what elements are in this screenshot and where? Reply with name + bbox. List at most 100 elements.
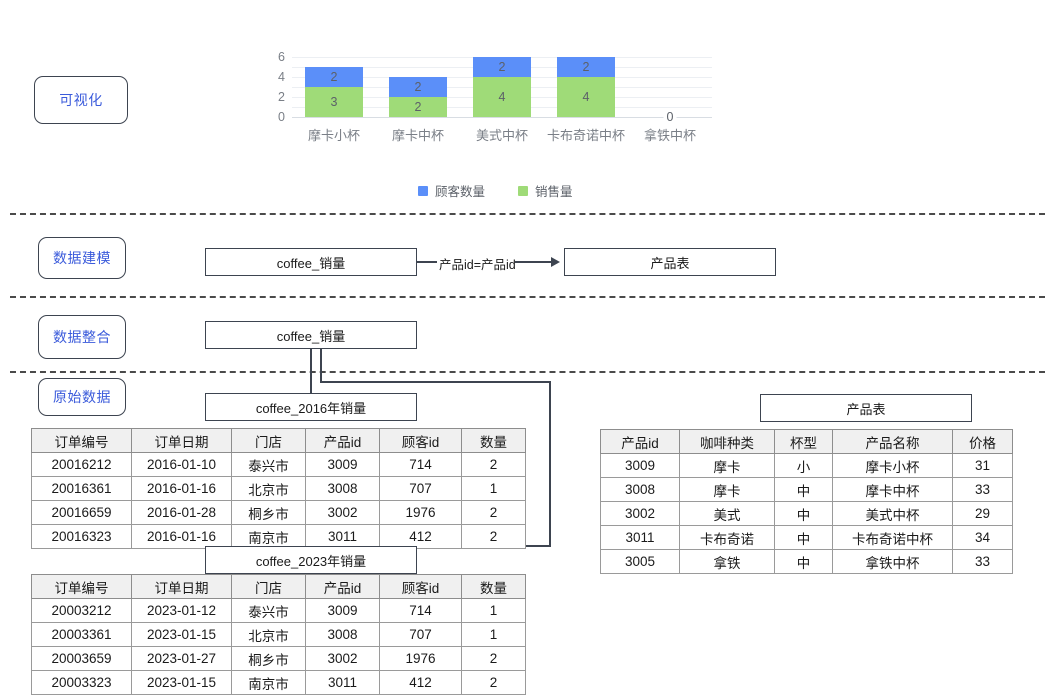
table-cell: 1 — [461, 622, 526, 647]
raw-table-title-coffee-2016[interactable]: coffee_2016年销量 — [205, 393, 417, 421]
table-cell: 2023-01-15 — [131, 670, 232, 695]
table-cell: 摩卡中杯 — [832, 477, 953, 502]
table-cell: 3005 — [600, 549, 680, 574]
table-cell: 南京市 — [231, 524, 306, 549]
table-coffee-2023[interactable]: 订单编号 订单日期 门店 产品id 顾客id 数量 20003212 2023-01-12 泰兴… — [31, 574, 526, 695]
chart-bar-segment[interactable]: 2 — [557, 57, 615, 77]
chart-bar-column[interactable]: 22 — [389, 77, 447, 117]
chart-bar-segment[interactable]: 2 — [305, 67, 363, 87]
table-cell: 412 — [379, 670, 462, 695]
section-divider-integration-raw — [10, 371, 1045, 373]
table-row[interactable]: 20016659 2016-01-28 桐乡市 3002 1976 2 — [31, 500, 526, 525]
model-node-coffee-sales[interactable]: coffee_销量 — [205, 248, 417, 276]
legend-label: 顾客数量 — [435, 185, 486, 199]
raw-data-table-coffee-2023: 订单编号 订单日期 门店 产品id 顾客id 数量 20003212 2023-01-12 泰兴… — [31, 574, 526, 695]
table-cell: 3002 — [305, 646, 380, 671]
column-header: 价格 — [952, 429, 1013, 454]
chart-legend-item-customers[interactable]: 顾客数量 — [418, 181, 485, 200]
raw-table-title-product[interactable]: 产品表 — [760, 394, 972, 422]
table-cell: 3008 — [305, 476, 380, 501]
stage-label-integration[interactable]: 数据整合 — [38, 315, 126, 359]
table-cell: 20016212 — [31, 452, 132, 477]
table-cell: 3011 — [305, 670, 380, 695]
chart-y-tick-label: 0 — [278, 110, 285, 124]
column-header: 数量 — [461, 574, 526, 599]
table-cell: 桐乡市 — [231, 500, 306, 525]
table-cell: 3009 — [305, 598, 380, 623]
chart-bar-segment[interactable]: 3 — [305, 87, 363, 117]
table-row[interactable]: 3008 摩卡中摩卡中杯 33 — [600, 477, 1013, 502]
table-row[interactable]: 20003212 2023-01-12 泰兴市 3009 714 1 — [31, 598, 526, 623]
table-cell: 美式中杯 — [832, 501, 953, 526]
relation-line-right — [515, 261, 553, 263]
column-header: 订单编号 — [31, 428, 132, 453]
column-header: 数量 — [461, 428, 526, 453]
table-cell: 20003212 — [31, 598, 132, 623]
table-cell: 中 — [774, 477, 833, 502]
relation-label: 产品id=产品id — [437, 254, 518, 273]
chart-category-label: 美式中杯 — [475, 128, 529, 143]
table-row[interactable]: 3002 美式中美式中杯 29 — [600, 501, 1013, 526]
stage-label-raw-data[interactable]: 原始数据 — [38, 378, 126, 416]
table-row[interactable]: 3009 摩卡小摩卡小杯 31 — [600, 453, 1013, 478]
stage-label-modeling[interactable]: 数据建模 — [38, 237, 126, 279]
table-cell: 34 — [952, 525, 1013, 550]
table-cell: 美式 — [679, 501, 775, 526]
chart-bar-segment[interactable]: 2 — [473, 57, 531, 77]
column-header: 门店 — [231, 574, 306, 599]
chart-bar-segment[interactable]: 4 — [557, 77, 615, 117]
table-cell: 20003361 — [31, 622, 132, 647]
table-coffee-2016[interactable]: 订单编号 订单日期 门店 产品id 顾客id 数量 20016212 2016-01-10 泰兴… — [31, 428, 526, 549]
table-row[interactable]: 20016323 2016-01-16 南京市 3011 412 2 — [31, 524, 526, 549]
chart-legend-item-sales[interactable]: 销售量 — [518, 181, 573, 200]
table-cell: 2 — [461, 452, 526, 477]
table-row[interactable]: 20003361 2023-01-15 北京市 3008 707 1 — [31, 622, 526, 647]
column-header: 咖啡种类 — [679, 429, 775, 454]
chart-bar-segment[interactable]: 2 — [389, 97, 447, 117]
table-row[interactable]: 3005 拿铁中拿铁中杯 33 — [600, 549, 1013, 574]
table-cell: 卡布奇诺 — [679, 525, 775, 550]
table-cell: 2 — [461, 524, 526, 549]
table-product[interactable]: 产品id 咖啡种类 杯型 产品名称 价格 3009 摩卡小摩卡小杯 31 3008 摩卡中摩卡中杯… — [600, 429, 1013, 574]
section-divider-visualization-modeling — [10, 213, 1045, 215]
model-node-product-table[interactable]: 产品表 — [564, 248, 776, 276]
legend-swatch-icon — [418, 185, 428, 196]
node-label: 产品表 — [846, 401, 886, 417]
table-cell: 31 — [952, 453, 1013, 478]
chart-bar-column[interactable]: 32 — [305, 67, 363, 117]
raw-table-title-coffee-2023[interactable]: coffee_2023年销量 — [205, 546, 417, 574]
connector-branch-right — [320, 381, 551, 383]
column-header: 产品名称 — [832, 429, 953, 454]
chart-bar-column[interactable]: 42 — [473, 57, 531, 117]
column-header: 产品id — [305, 428, 380, 453]
table-cell: 北京市 — [231, 476, 306, 501]
chart-bar-segment[interactable]: 2 — [389, 77, 447, 97]
section-divider-modeling-integration — [10, 296, 1045, 298]
legend-label: 销售量 — [535, 185, 573, 199]
table-cell: 泰兴市 — [231, 598, 306, 623]
table-cell: 20016659 — [31, 500, 132, 525]
stage-label-visualization[interactable]: 可视化 — [34, 76, 128, 124]
table-row[interactable]: 20003323 2023-01-15 南京市 3011 412 2 — [31, 670, 526, 695]
table-cell: 3009 — [600, 453, 680, 478]
table-cell: 3009 — [305, 452, 380, 477]
integration-node-coffee-sales[interactable]: coffee_销量 — [205, 321, 417, 349]
table-row[interactable]: 20016361 2016-01-16 北京市 3008 707 1 — [31, 476, 526, 501]
stacked-bar-chart: 0 2 4 6 3 2 摩卡小杯 2 2 摩卡中杯 4 2 美式中杯 4 2 卡布奇诺中杯 拿铁中杯 0 — [278, 50, 712, 143]
table-row[interactable]: 20016212 2016-01-10 泰兴市 3009 714 2 — [31, 452, 526, 477]
table-cell: 1976 — [379, 500, 462, 525]
table-cell: 1976 — [379, 646, 462, 671]
chart-category-label: 拿铁中杯 — [643, 128, 697, 143]
table-header-row: 产品id 咖啡种类 杯型 产品名称 价格 — [600, 429, 1013, 454]
table-cell: 33 — [952, 549, 1013, 574]
column-header: 顾客id — [379, 574, 462, 599]
table-row[interactable]: 20003659 2023-01-27 桐乡市 3002 1976 2 — [31, 646, 526, 671]
table-row[interactable]: 3011 卡布奇诺中卡布奇诺中杯 34 — [600, 525, 1013, 550]
chart-bar-segment[interactable]: 4 — [473, 77, 531, 117]
table-cell: 3011 — [305, 524, 380, 549]
table-cell: 2 — [461, 500, 526, 525]
chart-bar-column[interactable]: 42 — [557, 57, 615, 117]
table-cell: 412 — [379, 524, 462, 549]
table-cell: 20003323 — [31, 670, 132, 695]
table-cell: 3002 — [600, 501, 680, 526]
